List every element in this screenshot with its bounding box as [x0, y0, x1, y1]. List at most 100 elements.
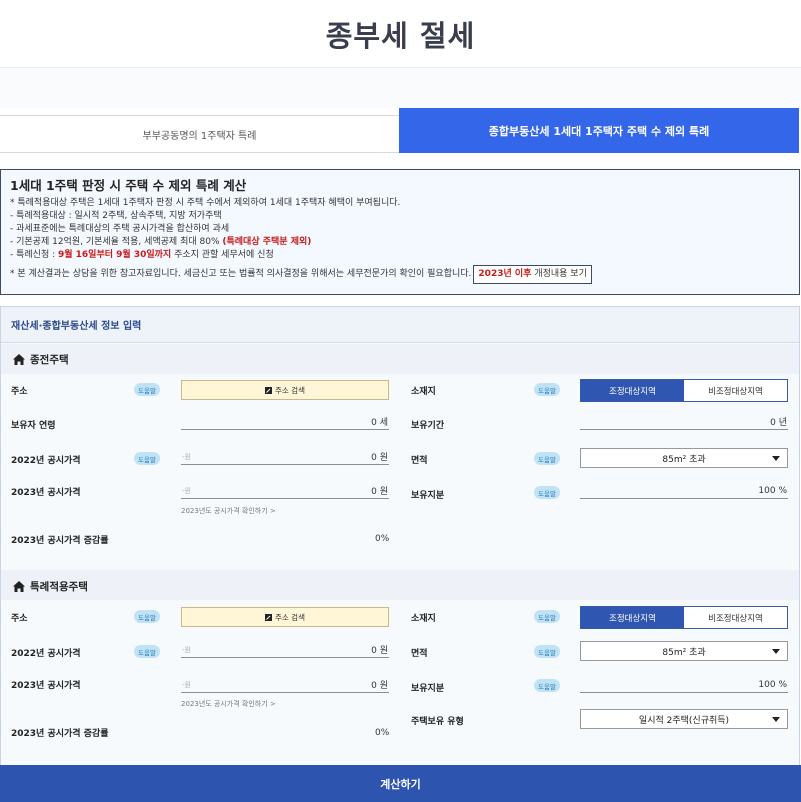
- ownership-type-label: 주택보유 유형: [411, 717, 464, 727]
- info-line: - 특례신청 : 9월 16일부터 9월 30일까지 주소지 관할 세무서에 신…: [10, 249, 790, 262]
- info-line: - 과세표준에는 특례대상의 주택 공시가격을 합산하여 과세: [10, 224, 230, 234]
- edit-icon: [265, 386, 272, 394]
- calculate-button[interactable]: 계산하기: [0, 765, 801, 802]
- help-badge[interactable]: 도움말: [534, 383, 560, 396]
- price-change-label: 2023년 공시가격 증감률: [11, 729, 109, 739]
- period-input[interactable]: 0 년: [580, 414, 788, 430]
- area-label: 면적: [411, 649, 428, 659]
- age-label: 보유자 연령: [11, 421, 56, 431]
- age-input[interactable]: 0 세: [181, 414, 389, 430]
- area-select[interactable]: 85m² 초과: [580, 641, 788, 661]
- input-form: 재산세·종합부동산세 정보 입력 종전주택 주소 도움말 주소 검색 소재지 도…: [0, 306, 800, 766]
- period-value: 0 년: [770, 418, 787, 428]
- non-regulated-area-option[interactable]: 비조정대상지역: [684, 607, 787, 628]
- revision-label: 개정내용 보기: [531, 269, 587, 279]
- help-badge[interactable]: 도움말: [134, 383, 160, 396]
- area-value: 85m² 초과: [662, 647, 706, 658]
- price-2022-input[interactable]: -원 0 원: [181, 642, 389, 658]
- price-value: 0 원: [371, 681, 388, 691]
- area-value: 85m² 초과: [662, 454, 706, 465]
- section-special-house: 특례적용주택: [13, 579, 88, 594]
- info-highlight: 9월 16일부터 9월 30일까지: [57, 250, 172, 260]
- tab-house-count-exclusion[interactable]: 종합부동산세 1세대 1주택자 주택 수 제외 특례: [399, 108, 799, 153]
- price-value: 0 원: [371, 487, 388, 497]
- location-label: 소재지: [411, 614, 436, 624]
- price-change-label: 2023년 공시가격 증감률: [11, 536, 109, 546]
- help-badge[interactable]: 도움말: [534, 452, 560, 465]
- revision-notes-button[interactable]: 2023년 이후 개정내용 보기: [473, 265, 592, 284]
- section-band: [1, 344, 799, 374]
- regulated-area-option[interactable]: 조정대상지역: [581, 607, 684, 628]
- share-input[interactable]: 100 %: [580, 483, 788, 499]
- help-badge[interactable]: 도움말: [534, 645, 560, 658]
- revision-year: 2023년 이후: [478, 269, 532, 279]
- section-previous-house: 종전주택: [13, 352, 69, 367]
- ownership-type-value: 일시적 2주택(신규취득): [638, 715, 730, 726]
- tab-label: 종합부동산세 1세대 1주택자 주택 수 제외 특례: [488, 124, 710, 138]
- form-title: 재산세·종합부동산세 정보 입력: [1, 307, 799, 343]
- price-placeholder: -원: [182, 680, 191, 689]
- info-line: - 기본공제 12억원, 기본세율 적용, 세액공제 최대 80% (특례대상 …: [10, 236, 790, 249]
- help-badge[interactable]: 도움말: [134, 452, 160, 465]
- info-text: 주소지 관할 세무서에 신청: [171, 250, 274, 260]
- non-regulated-area-option[interactable]: 비조정대상지역: [684, 380, 787, 401]
- share-input[interactable]: 100 %: [580, 677, 788, 693]
- info-text: - 기본공제 12억원, 기본세율 적용, 세액공제 최대 80%: [10, 237, 223, 247]
- address-search-button[interactable]: 주소 검색: [181, 607, 389, 627]
- chevron-down-icon: [772, 456, 780, 461]
- info-text: - 특례신청 :: [10, 250, 58, 260]
- share-value: 100 %: [758, 679, 787, 690]
- page-header: 종부세 절세: [0, 0, 801, 68]
- help-badge[interactable]: 도움말: [134, 610, 160, 623]
- info-line: * 본 계산결과는 상담을 위한 참고자료입니다. 세금신고 또는 법률적 의사…: [10, 265, 790, 284]
- age-value: 0 세: [371, 418, 388, 428]
- price-2022-label: 2022년 공시가격: [11, 649, 81, 659]
- home-icon: [13, 581, 25, 592]
- page-title: 종부세 절세: [325, 18, 476, 53]
- price-placeholder: -원: [182, 645, 191, 654]
- share-label: 보유지분: [411, 491, 445, 501]
- price-2023-input[interactable]: -원 0 원: [181, 677, 389, 693]
- section-band: [1, 570, 799, 600]
- tab-bar: 부부공동명의 1주택자 특례 종합부동산세 1세대 1주택자 주택 수 제외 특…: [0, 108, 801, 168]
- info-text: * 본 계산결과는 상담을 위한 참고자료입니다. 세금신고 또는 법률적 의사…: [10, 269, 472, 279]
- price-2022-input[interactable]: -원 0 원: [181, 449, 389, 465]
- page: 종부세 절세 부부공동명의 1주택자 특례 종합부동산세 1세대 1주택자 주택…: [0, 0, 801, 802]
- tab-joint-ownership[interactable]: 부부공동명의 1주택자 특례: [0, 115, 399, 153]
- check-price-link[interactable]: 2023년도 공시가격 확인하기 >: [181, 506, 276, 516]
- ownership-type-select[interactable]: 일시적 2주택(신규취득): [580, 709, 788, 729]
- price-2022-label: 2022년 공시가격: [11, 456, 81, 466]
- price-2023-input[interactable]: -원 0 원: [181, 483, 389, 499]
- price-2023-label: 2023년 공시가격: [11, 488, 81, 498]
- period-label: 보유기간: [411, 421, 445, 431]
- section-title: 종전주택: [30, 354, 69, 366]
- check-price-link[interactable]: 2023년도 공시가격 확인하기 >: [181, 699, 276, 709]
- price-placeholder: -원: [182, 452, 191, 461]
- price-2023-label: 2023년 공시가격: [11, 681, 81, 691]
- help-badge[interactable]: 도움말: [534, 610, 560, 623]
- address-label: 주소: [11, 387, 28, 397]
- chevron-down-icon: [772, 649, 780, 654]
- help-badge[interactable]: 도움말: [134, 645, 160, 658]
- area-select[interactable]: 85m² 초과: [580, 448, 788, 468]
- help-badge[interactable]: 도움말: [534, 679, 560, 692]
- location-label: 소재지: [411, 387, 436, 397]
- info-line: - 특례적용대상 : 일시적 2주택, 상속주택, 지방 저가주택: [10, 211, 222, 221]
- price-placeholder: -원: [182, 486, 191, 495]
- address-search-button[interactable]: 주소 검색: [181, 380, 389, 400]
- tab-label: 부부공동명의 1주택자 특례: [142, 130, 257, 142]
- regulated-area-option[interactable]: 조정대상지역: [581, 380, 684, 401]
- calculate-label: 계산하기: [380, 777, 421, 791]
- info-box: 1세대 1주택 판정 시 주택 수 제외 특례 계산 * 특례적용대상 주택은 …: [0, 169, 800, 295]
- address-label: 주소: [11, 614, 28, 624]
- price-change-value: 0%: [375, 534, 390, 544]
- info-line: * 특례적용대상 주택은 1세대 1주택자 판정 시 주택 수에서 제외하여 1…: [10, 198, 401, 208]
- location-toggle: 조정대상지역 비조정대상지역: [580, 606, 788, 629]
- price-value: 0 원: [371, 646, 388, 656]
- info-title: 1세대 1주택 판정 시 주택 수 제외 특례 계산: [10, 178, 247, 193]
- info-highlight: (특례대상 주택분 제외): [222, 237, 312, 247]
- area-label: 면적: [411, 456, 428, 466]
- address-search-label: 주소 검색: [275, 612, 305, 622]
- help-badge[interactable]: 도움말: [534, 486, 560, 499]
- location-toggle: 조정대상지역 비조정대상지역: [580, 379, 788, 402]
